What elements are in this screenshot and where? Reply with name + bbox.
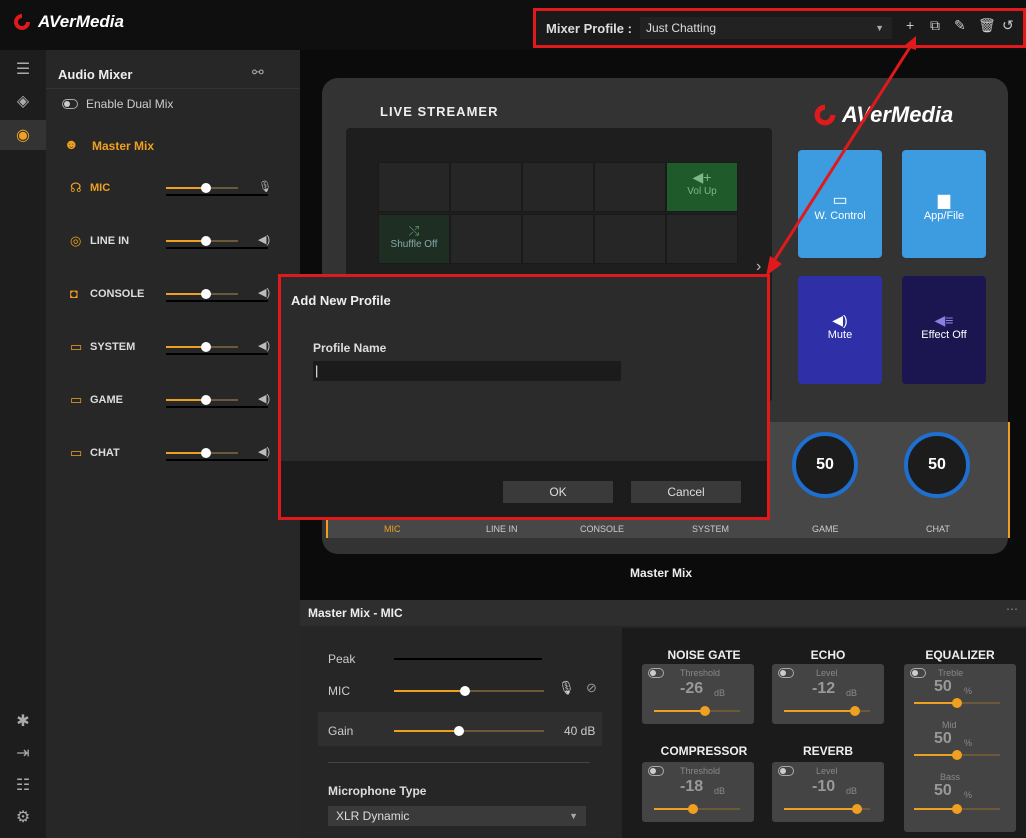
- eq-treble-label: Treble: [938, 668, 964, 678]
- profile-name-input-value: |: [315, 363, 319, 378]
- eq-treble-knob[interactable]: [952, 698, 962, 708]
- echo-sub: Level: [816, 668, 838, 678]
- compressor-unit: dB: [714, 786, 726, 796]
- compressor-value: -18: [680, 778, 704, 795]
- echo-panel: Level -12 dB: [772, 664, 884, 724]
- mic-type-label: Microphone Type: [328, 784, 427, 798]
- eq-bass-knob[interactable]: [952, 804, 962, 814]
- profile-name-input[interactable]: |: [313, 361, 621, 381]
- gain-value: 40 dB: [564, 724, 596, 738]
- chevron-down-icon: ▼: [569, 811, 578, 821]
- cancel-button[interactable]: Cancel: [631, 481, 741, 503]
- detail-header: Master Mix - MIC ⋯: [300, 600, 1026, 626]
- add-new-profile-dialog: Add New Profile Profile Name | OK Cancel: [278, 274, 770, 520]
- mic-icon[interactable]: 🎙: [558, 680, 575, 696]
- eq-bass-unit: %: [964, 790, 973, 800]
- mic-slider[interactable]: [394, 686, 544, 696]
- detail-title: Master Mix - MIC: [308, 606, 403, 620]
- mic-label: MIC: [328, 684, 350, 698]
- echo-slider[interactable]: [784, 706, 870, 716]
- divider: [328, 762, 590, 763]
- noise-gate-value: -26: [680, 680, 704, 697]
- mic-mute-icon[interactable]: ⊘: [586, 680, 597, 696]
- echo-title: ECHO: [810, 648, 846, 662]
- echo-unit: dB: [846, 688, 858, 698]
- equalizer-toggle[interactable]: [910, 668, 926, 678]
- compressor-slider[interactable]: [654, 804, 740, 814]
- noise-gate-knob[interactable]: [700, 706, 710, 716]
- dialog-title: Add New Profile: [291, 293, 391, 308]
- echo-knob[interactable]: [850, 706, 860, 716]
- gain-row: Gain 40 dB: [318, 712, 602, 746]
- compressor-toggle[interactable]: [648, 766, 664, 776]
- noise-gate-sub: Threshold: [680, 668, 721, 678]
- channel-detail-panel: Master Mix - MIC ⋯ Peak MIC 🎙 ⊘ Gain 40 …: [300, 600, 1026, 838]
- eq-treble-unit: %: [964, 686, 973, 696]
- peak-label: Peak: [328, 652, 356, 666]
- eq-mid-knob[interactable]: [952, 750, 962, 760]
- equalizer-title: EQUALIZER: [925, 648, 995, 662]
- eq-mid-slider[interactable]: [914, 750, 1000, 760]
- effects-area: NOISE GATE Threshold -26 dB ECHO Level -…: [622, 628, 1026, 838]
- noise-gate-panel: Threshold -26 dB: [642, 664, 754, 724]
- noise-gate-title: NOISE GATE: [667, 648, 741, 662]
- gain-slider-fill: [394, 730, 458, 732]
- dialog-footer: OK Cancel: [281, 461, 767, 517]
- peak-meter: [394, 658, 542, 660]
- reverb-slider[interactable]: [784, 804, 870, 814]
- reverb-title: REVERB: [802, 744, 853, 758]
- echo-value: -12: [812, 680, 836, 697]
- gain-slider-knob[interactable]: [454, 726, 464, 736]
- compressor-sub: Threshold: [680, 766, 721, 776]
- gain-label: Gain: [328, 724, 354, 738]
- gain-slider[interactable]: [394, 726, 544, 736]
- eq-mid-unit: %: [964, 738, 973, 748]
- eq-bass-label: Bass: [940, 772, 961, 782]
- echo-toggle[interactable]: [778, 668, 794, 678]
- mic-slider-fill: [394, 690, 466, 692]
- eq-mid-value: 50: [934, 730, 952, 747]
- compressor-title: COMPRESSOR: [660, 744, 748, 758]
- equalizer-panel: Treble 50 % Mid 50 % Bass 50 %: [904, 664, 1016, 832]
- eq-treble-slider[interactable]: [914, 698, 1000, 708]
- reverb-knob[interactable]: [852, 804, 862, 814]
- ok-button[interactable]: OK: [503, 481, 613, 503]
- noise-gate-toggle[interactable]: [648, 668, 664, 678]
- eq-treble-value: 50: [934, 678, 952, 695]
- reverb-unit: dB: [846, 786, 858, 796]
- mic-type-selected: XLR Dynamic: [336, 809, 410, 823]
- eq-bass-value: 50: [934, 782, 952, 799]
- reverb-value: -10: [812, 778, 836, 795]
- compressor-knob[interactable]: [688, 804, 698, 814]
- mic-type-select[interactable]: XLR Dynamic ▼: [328, 806, 586, 826]
- reverb-sub: Level: [816, 766, 838, 776]
- reverb-toggle[interactable]: [778, 766, 794, 776]
- eq-mid-label: Mid: [942, 720, 957, 730]
- reverb-panel: Level -10 dB: [772, 762, 884, 822]
- compressor-panel: Threshold -18 dB: [642, 762, 754, 822]
- noise-gate-slider[interactable]: [654, 706, 740, 716]
- mic-slider-knob[interactable]: [460, 686, 470, 696]
- noise-gate-unit: dB: [714, 688, 726, 698]
- more-options-icon[interactable]: ⋯: [1006, 602, 1018, 616]
- profile-name-label: Profile Name: [313, 341, 387, 355]
- eq-bass-slider[interactable]: [914, 804, 1000, 814]
